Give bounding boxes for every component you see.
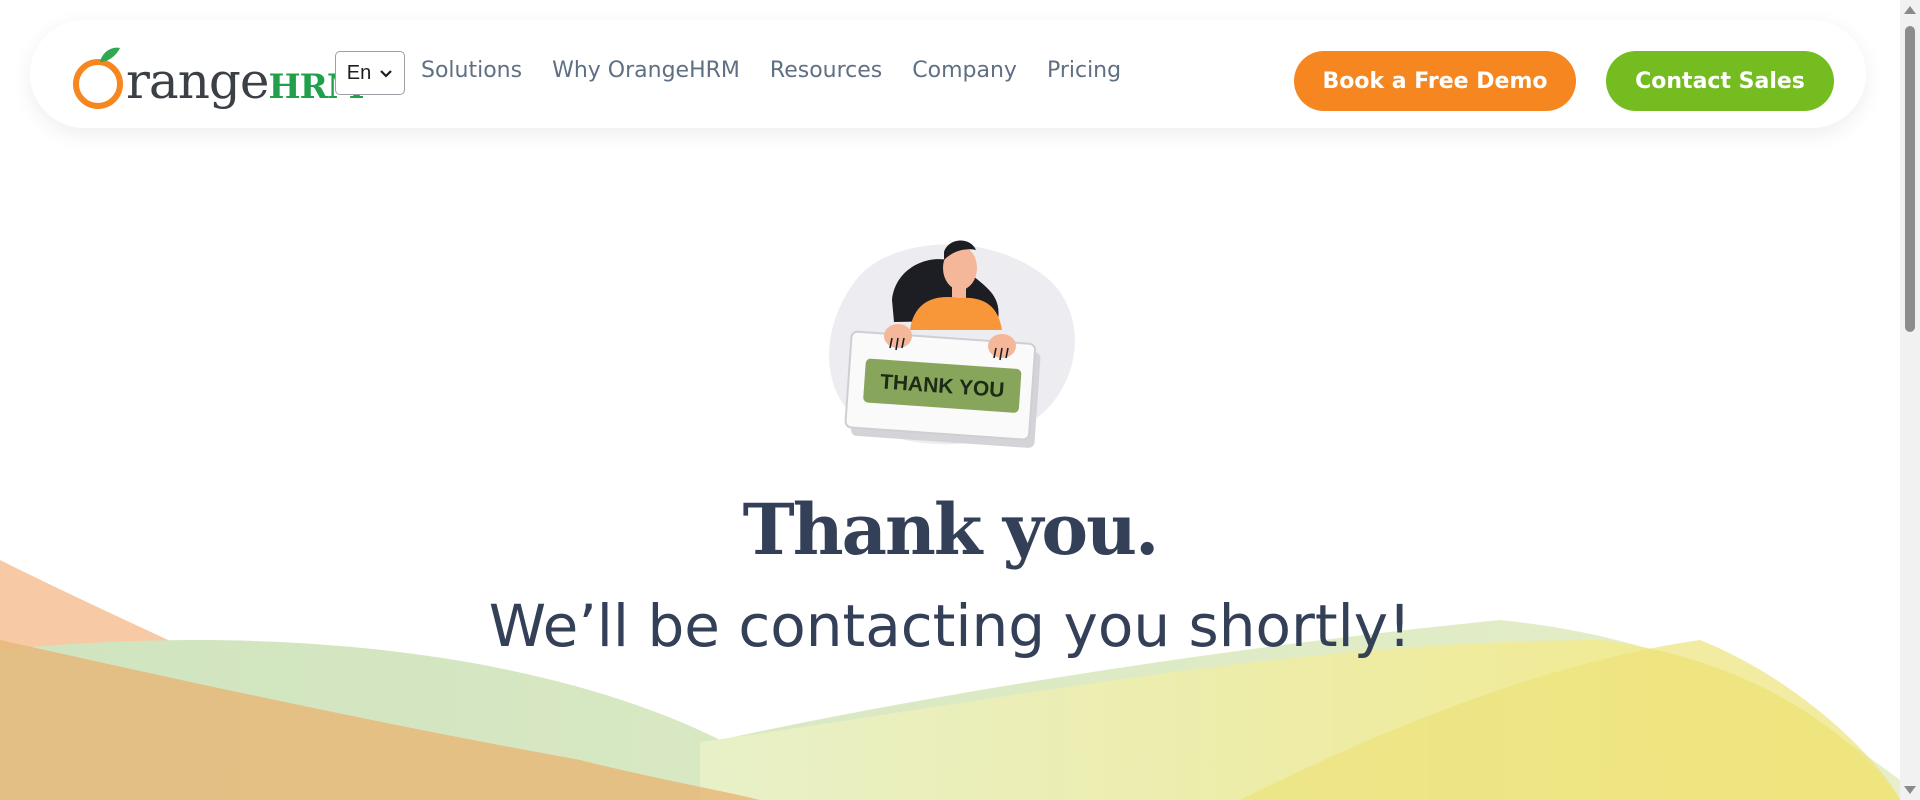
nav-company[interactable]: Company bbox=[912, 58, 1017, 83]
logo-text: range bbox=[126, 52, 270, 110]
nav-pricing[interactable]: Pricing bbox=[1047, 58, 1121, 83]
main-nav: Solutions Why OrangeHRM Resources Compan… bbox=[421, 58, 1121, 83]
nav-resources[interactable]: Resources bbox=[770, 58, 882, 83]
scrollbar-thumb[interactable] bbox=[1905, 26, 1915, 332]
orange-logo-icon[interactable] bbox=[70, 44, 130, 114]
book-demo-button[interactable]: Book a Free Demo bbox=[1294, 51, 1576, 111]
page-subtitle: We’ll be contacting you shortly! bbox=[488, 592, 1412, 660]
logo-wordmark[interactable]: rangeHRM bbox=[126, 52, 365, 110]
scroll-down-arrow-icon[interactable] bbox=[1904, 786, 1916, 794]
language-select[interactable]: En bbox=[335, 51, 405, 95]
scroll-up-arrow-icon[interactable] bbox=[1904, 6, 1916, 14]
nav-why-orangehrm[interactable]: Why OrangeHRM bbox=[552, 58, 740, 83]
language-value: En bbox=[346, 61, 372, 84]
page-title: Thank you. bbox=[742, 488, 1160, 571]
nav-solutions[interactable]: Solutions bbox=[421, 58, 522, 83]
page-scrollbar[interactable] bbox=[1900, 0, 1920, 800]
thank-you-illustration: THANK YOU bbox=[829, 240, 1075, 448]
top-navbar: rangeHRM En Solutions Why OrangeHRM Reso… bbox=[30, 20, 1866, 128]
chevron-down-icon bbox=[379, 62, 393, 85]
contact-sales-button[interactable]: Contact Sales bbox=[1606, 51, 1834, 111]
